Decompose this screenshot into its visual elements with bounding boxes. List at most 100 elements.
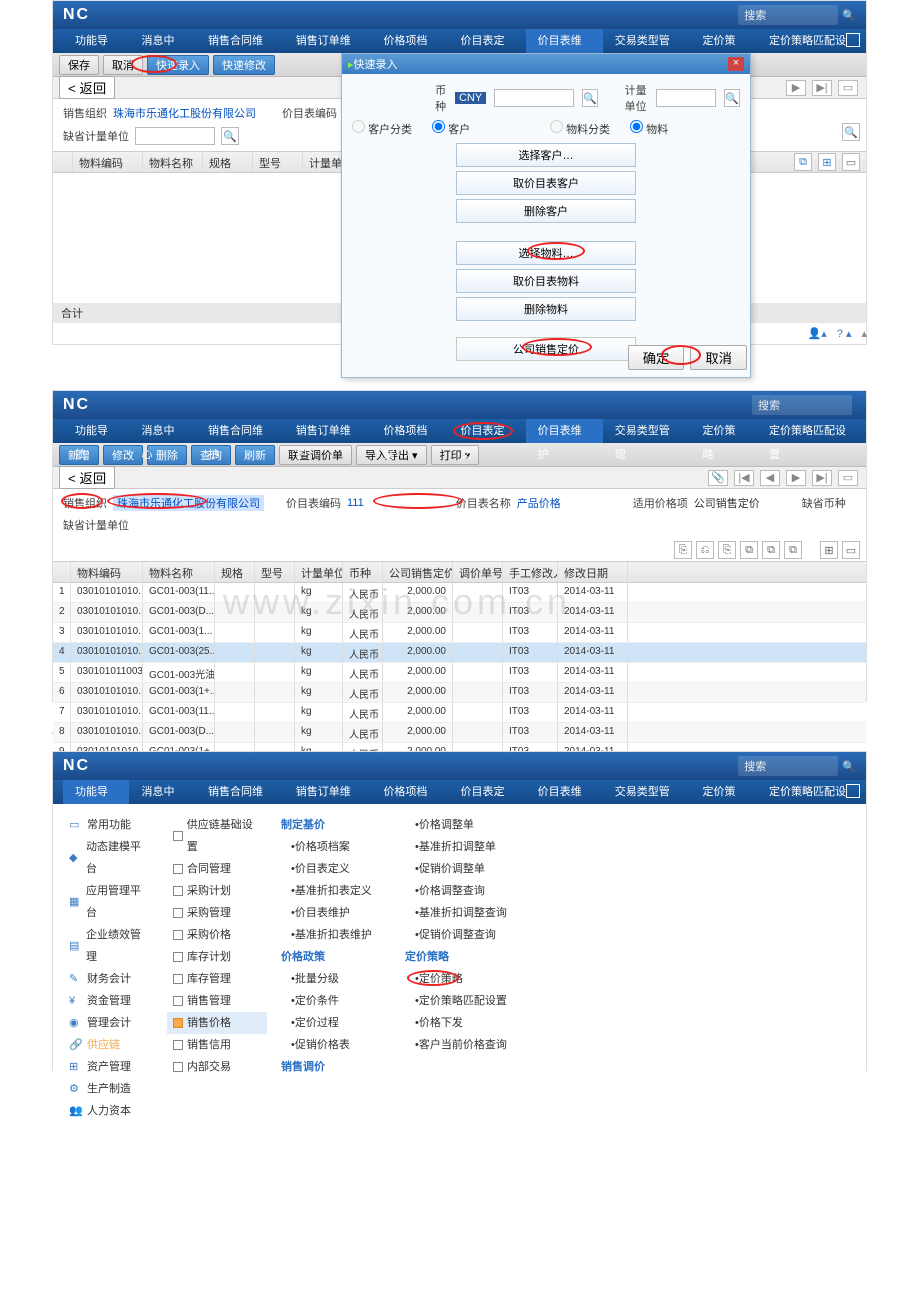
close-icon[interactable]: × (728, 57, 744, 71)
nav-sub[interactable]: 采购价格 (167, 924, 267, 946)
del-button[interactable]: 删除 (147, 445, 187, 465)
nav-module[interactable]: ◆动态建模平台 (63, 836, 153, 880)
tool-icon-6[interactable]: ⧉ (784, 541, 802, 559)
tab-msg[interactable]: 消息中心 (129, 29, 195, 53)
cur-value[interactable]: CNY (455, 92, 486, 104)
menu-item[interactable]: •价格调整单 (405, 814, 525, 836)
up-icon[interactable]: ▴ (861, 327, 867, 340)
tab-txn-type[interactable]: 交易类型管理 (603, 419, 691, 443)
tab-pricing[interactable]: 定价策略 (691, 29, 757, 53)
menu-item[interactable]: •批量分级 (281, 968, 391, 990)
nav-sub[interactable]: 销售价格 (167, 1012, 267, 1034)
prev-icon[interactable]: ◀ (760, 470, 780, 486)
next-icon[interactable]: ▶ (786, 470, 806, 486)
tab-price-item[interactable]: 价格项档案 (371, 29, 448, 53)
uom-input[interactable] (135, 127, 215, 145)
tab-func-nav[interactable]: 功能导航 (63, 29, 129, 53)
menu-item[interactable]: •客户当前价格查询 (405, 1034, 525, 1056)
save-button[interactable]: 保存 (59, 55, 99, 75)
back-button[interactable]: < 返回 (59, 466, 115, 489)
search-icon[interactable]: 🔍 (842, 760, 856, 773)
nav-sub[interactable]: 销售信用 (167, 1034, 267, 1056)
tool-icon-5[interactable]: ⧉ (762, 541, 780, 559)
radio-cust[interactable]: 客户 (432, 120, 470, 137)
nav-sub[interactable]: 内部交易 (167, 1056, 267, 1078)
tab-price-def[interactable]: 价目表定义 (449, 29, 526, 53)
tool-icon-4[interactable]: ⧉ (740, 541, 758, 559)
select-material-button[interactable]: 选择物料… (456, 241, 636, 265)
nav-module[interactable]: ⚙生产制造 (63, 1078, 153, 1100)
menu-item[interactable]: •促销价格表 (281, 1034, 391, 1056)
tab-contract[interactable]: 销售合同维护 (196, 29, 284, 53)
menu-item[interactable]: •基准折扣调整单 (405, 836, 525, 858)
menu-item[interactable]: •价目表维护 (281, 902, 391, 924)
menu-item[interactable]: •价目表定义 (281, 858, 391, 880)
tab-order[interactable]: 销售订单维护 (284, 419, 372, 443)
win-icon[interactable]: ▭ (842, 541, 860, 559)
tool-icon-3[interactable]: ⎘ (718, 541, 736, 559)
menu-item[interactable]: •促销价调整查询 (405, 924, 525, 946)
menu-item[interactable]: •促销价调整单 (405, 858, 525, 880)
get-mat-button[interactable]: 取价目表物料 (456, 269, 636, 293)
attach-icon[interactable]: 📎 (708, 470, 728, 486)
nav-sub[interactable]: 合同管理 (167, 858, 267, 880)
table-row[interactable]: 303010101010...GC01-003(1...kg人民币2,000.0… (53, 623, 866, 643)
last-icon[interactable]: ▶| (812, 80, 832, 96)
nav-module[interactable]: ▤企业绩效管理 (63, 924, 153, 968)
copy-icon[interactable]: ⧉ (794, 153, 812, 171)
nav-sub[interactable]: 库存计划 (167, 946, 267, 968)
nav-module[interactable]: ◉管理会计 (63, 1012, 153, 1034)
uom-input2[interactable] (656, 89, 716, 107)
refresh-button[interactable]: 刷新 (235, 445, 275, 465)
tab-price-def[interactable]: 价目表定义 (449, 780, 526, 804)
tab-price-item[interactable]: 价格项档案 (371, 419, 448, 443)
cancel-button[interactable]: 取消 (103, 55, 143, 75)
quick-mod-button[interactable]: 快速修改 (213, 55, 275, 75)
del-cust-button[interactable]: 删除客户 (456, 199, 636, 223)
table-row[interactable]: 603010101010...GC01-003(1+...kg人民币2,000.… (53, 683, 866, 703)
menu-item[interactable]: •定价策略匹配设置 (405, 990, 525, 1012)
tab-contract[interactable]: 销售合同维护 (196, 780, 284, 804)
tab-order[interactable]: 销售订单维护 (284, 29, 372, 53)
lookup-icon[interactable]: 🔍 (221, 127, 239, 145)
menu-item[interactable]: •价格项档案 (281, 836, 391, 858)
grid-icon[interactable]: ⊞ (818, 153, 836, 171)
radio-cust-class[interactable]: 客户分类 (352, 120, 412, 137)
nav-module[interactable]: ⊞资产管理 (63, 1056, 153, 1078)
tool-icon-2[interactable]: ⎌ (696, 541, 714, 559)
window-icon[interactable]: ▭ (838, 470, 858, 486)
global-search[interactable]: 搜索 (738, 5, 838, 25)
tool-icon-1[interactable]: ⎘ (674, 541, 692, 559)
nav-module[interactable]: ¥资金管理 (63, 990, 153, 1012)
menu-item[interactable]: •定价策略 (405, 968, 525, 990)
nav-module[interactable]: 👥人力资本 (63, 1100, 153, 1122)
tab-msg[interactable]: 消息中心 (129, 419, 195, 443)
cur-lookup-icon[interactable]: 🔍 (582, 89, 598, 107)
tab-price-maint[interactable]: 价目表维护 (526, 29, 603, 53)
search-detail-icon[interactable]: 🔍 (842, 123, 860, 141)
del-mat-button[interactable]: 删除物料 (456, 297, 636, 321)
restore-icon[interactable] (846, 784, 860, 798)
cur-input[interactable] (494, 89, 574, 107)
menu-item[interactable]: •基准折扣表维护 (281, 924, 391, 946)
next-icon[interactable]: ▶ (786, 80, 806, 96)
tab-msg[interactable]: 消息中心 (129, 780, 195, 804)
tab-func-nav[interactable]: 功能导航 (63, 780, 129, 804)
help-icon[interactable]: ? ▴ (837, 327, 852, 340)
edit-button[interactable]: 修改 (103, 445, 143, 465)
tab-order[interactable]: 销售订单维护 (284, 780, 372, 804)
quick-entry-button[interactable]: 快速录入 (147, 55, 209, 75)
tab-price-item[interactable]: 价格项档案 (371, 780, 448, 804)
win-icon[interactable]: ▭ (842, 153, 860, 171)
global-search[interactable]: 搜索 (752, 395, 852, 415)
select-customer-button[interactable]: 选择客户… (456, 143, 636, 167)
nav-sub[interactable]: 采购计划 (167, 880, 267, 902)
tab-txn-type[interactable]: 交易类型管理 (603, 780, 691, 804)
radio-mat[interactable]: 物料 (630, 120, 668, 137)
menu-item[interactable]: •基准折扣表定义 (281, 880, 391, 902)
menu-item[interactable]: •定价过程 (281, 1012, 391, 1034)
nav-module[interactable]: 🔗供应链 (63, 1034, 153, 1056)
print-button[interactable]: 打印 ▾ (431, 445, 480, 465)
tab-pricing-match[interactable]: 定价策略匹配设置 (757, 419, 866, 443)
table-row[interactable]: 703010101010...GC01-003(11...kg人民币2,000.… (53, 703, 866, 723)
